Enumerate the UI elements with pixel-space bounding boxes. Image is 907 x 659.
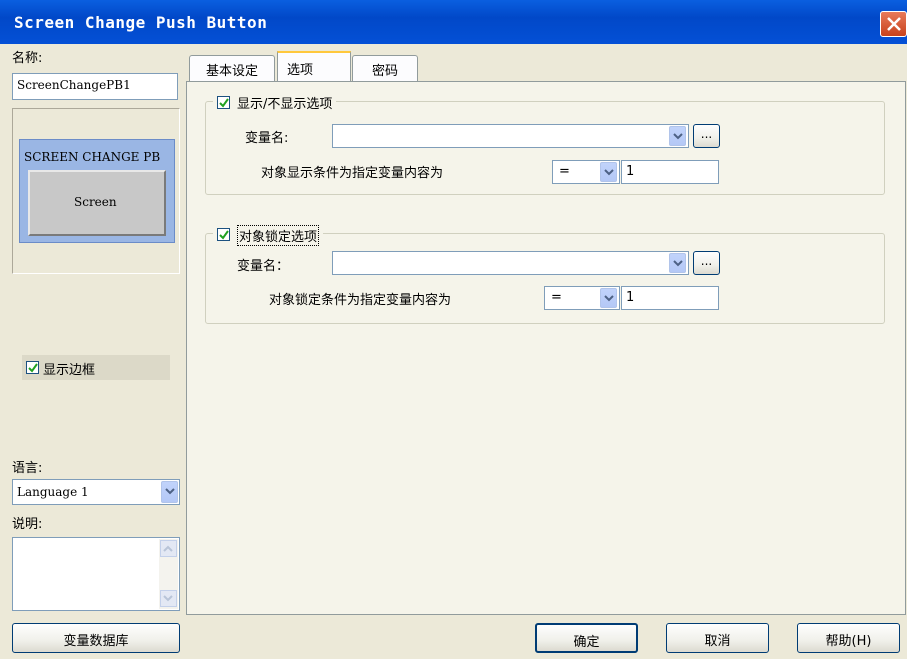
lock-value-input[interactable]: 1 [621,286,719,310]
chevron-down-icon [165,488,175,495]
visibility-operator-select[interactable]: = [552,160,620,184]
check-icon [28,363,38,373]
tab-basic-settings[interactable]: 基本设定 [189,55,275,81]
language-value: Language 1 [17,485,89,499]
preview-header: SCREEN CHANGE PB [24,150,161,164]
tab-panel: 显示/不显示选项 变量名: ... 对象显示条件为指定变量内容为 = 1 对象锁… [186,81,906,615]
visibility-variable-select[interactable] [332,124,689,148]
visibility-variable-label: 变量名: [245,131,289,146]
chevron-down-icon [163,595,173,602]
visibility-browse-button[interactable]: ... [693,124,720,148]
scroll-up-button[interactable] [160,540,177,557]
lock-group-header[interactable]: 对象锁定选项 [213,224,324,246]
visibility-checkbox[interactable] [217,96,230,109]
name-input[interactable]: ScreenChangePB1 [12,73,178,100]
tab-password[interactable]: 密码 [352,55,418,81]
check-icon [219,230,229,240]
name-label: 名称: [12,51,43,66]
window-title: Screen Change Push Button [14,13,268,32]
show-border-row[interactable]: 显示边框 [22,355,170,380]
language-select[interactable]: Language 1 [12,479,180,505]
chevron-down-icon [604,295,614,302]
language-dropdown-button[interactable] [161,481,178,503]
language-label: 语言: [12,461,43,476]
lock-checkbox[interactable] [217,228,230,241]
check-icon [219,98,229,108]
lock-operator-select[interactable]: = [544,286,620,310]
preview-area: SCREEN CHANGE PB Screen [12,108,180,274]
cancel-button[interactable]: 取消 [666,623,769,653]
visibility-condition-label: 对象显示条件为指定变量内容为 [261,166,444,181]
chevron-down-icon [604,169,614,176]
lock-browse-button[interactable]: ... [693,251,720,275]
preview-button-label: Screen [74,195,117,209]
show-border-label: 显示边框 [43,363,96,378]
preview-button: Screen [28,170,166,236]
ok-button[interactable]: 确定 [535,623,638,653]
tab-options[interactable]: 选项 [277,51,351,82]
scroll-down-button[interactable] [160,590,177,607]
lock-variable-label: 变量名： [237,259,290,274]
visibility-variable-dropdown[interactable] [669,126,686,146]
description-scrollbar[interactable] [159,539,178,609]
description-label: 说明: [12,517,43,532]
close-button[interactable] [880,11,907,37]
preview-widget: SCREEN CHANGE PB Screen [19,139,175,243]
variable-database-button[interactable]: 变量数据库 [12,623,180,653]
close-icon [887,17,901,31]
lock-operator-value: = [551,290,562,305]
description-textarea[interactable] [12,537,180,611]
lock-condition-label: 对象锁定条件为指定变量内容为 [269,293,452,308]
lock-group-label: 对象锁定选项 [237,225,320,246]
visibility-group-header[interactable]: 显示/不显示选项 [213,92,337,112]
visibility-operator-dropdown[interactable] [600,162,617,182]
show-border-checkbox[interactable] [26,361,39,374]
help-button[interactable]: 帮助(H) [797,623,900,653]
visibility-operator-value: = [559,164,570,179]
lock-variable-dropdown[interactable] [669,253,686,273]
chevron-down-icon [673,260,683,267]
chevron-up-icon [163,545,173,552]
lock-group [205,233,885,324]
title-bar: Screen Change Push Button [0,0,907,44]
chevron-down-icon [673,133,683,140]
lock-variable-select[interactable] [332,251,689,275]
visibility-value-input[interactable]: 1 [621,160,719,184]
lock-operator-dropdown[interactable] [600,288,617,308]
visibility-group-label: 显示/不显示选项 [237,97,333,112]
